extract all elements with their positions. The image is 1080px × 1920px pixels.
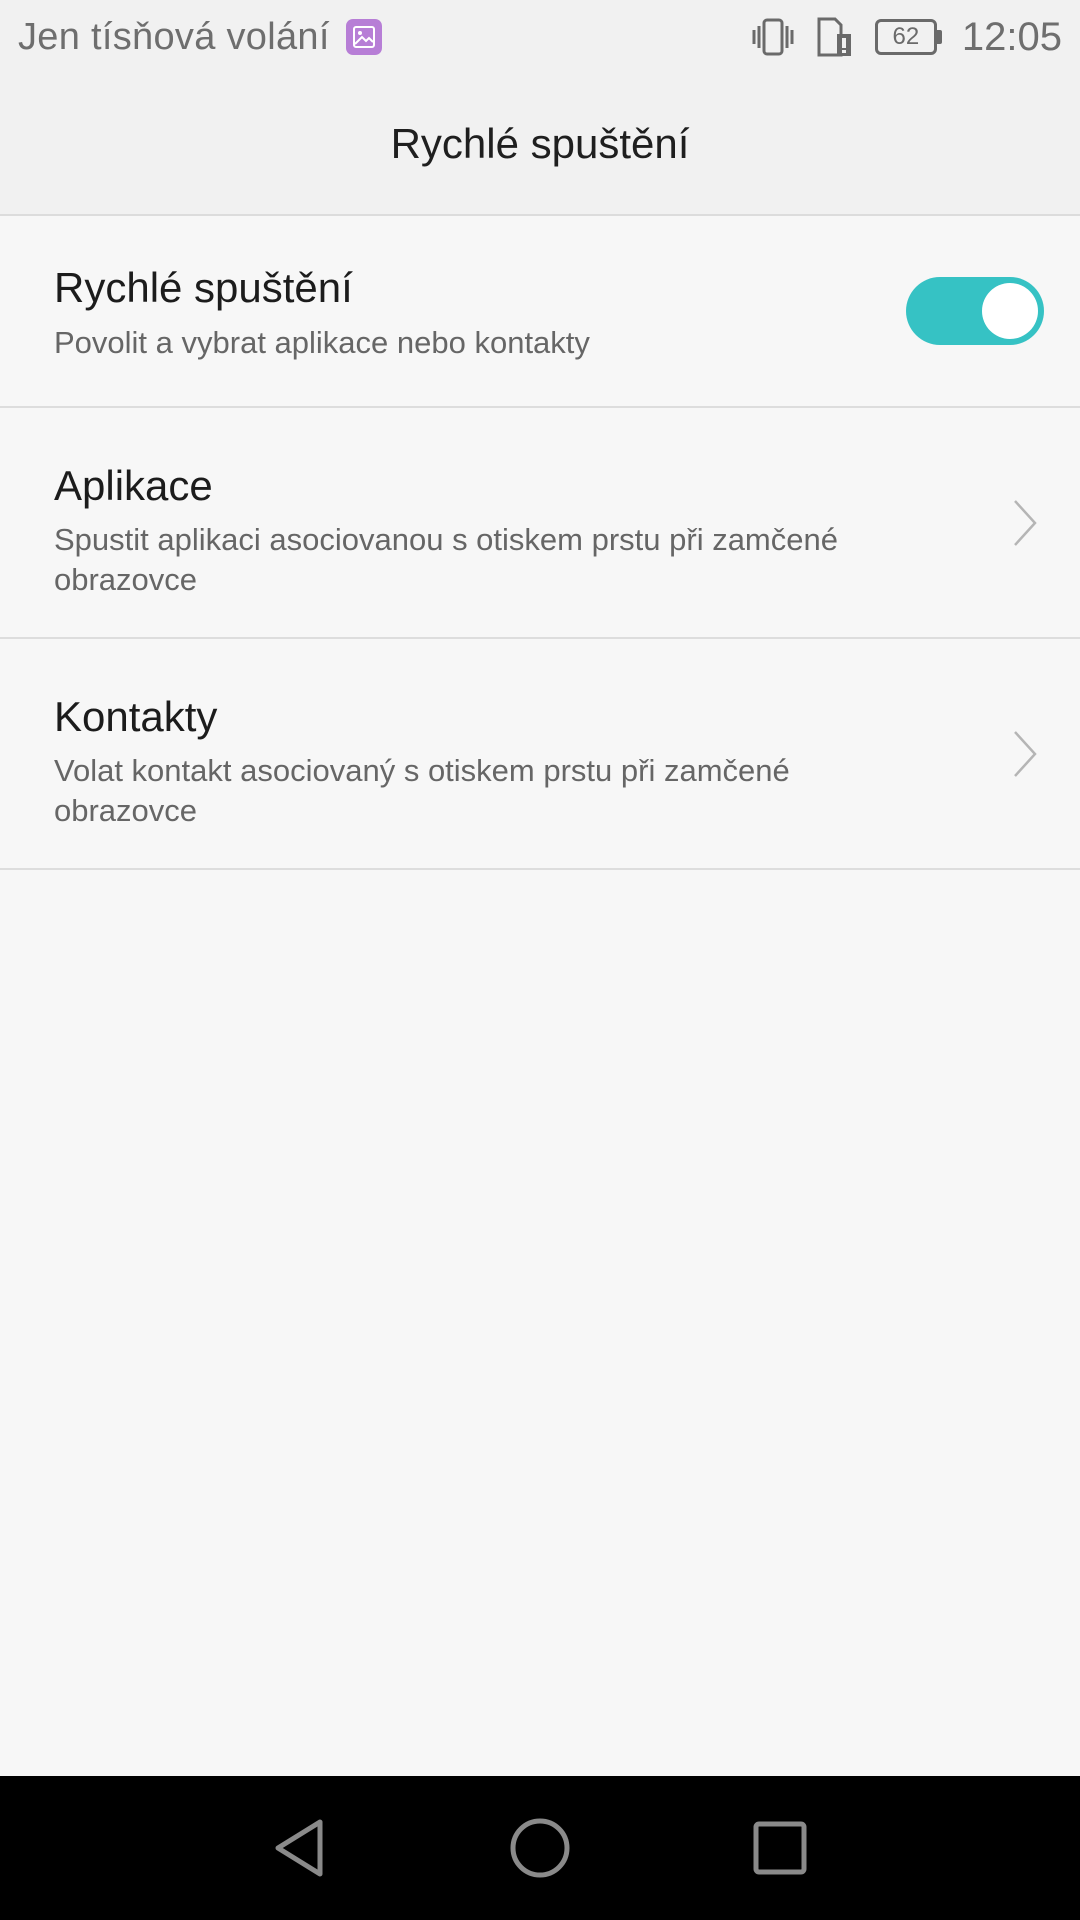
contacts-row[interactable]: Kontakty Volat kontakt asociovaný s otis… [0, 639, 1080, 870]
quick-launch-title: Rychlé spuštění [54, 264, 353, 311]
apps-title: Aplikace [54, 462, 213, 509]
quick-launch-row[interactable]: Rychlé spuštění Povolit a vybrat aplikac… [0, 216, 1080, 408]
carrier-text: Jen tísňová volání [18, 15, 330, 58]
clock: 12:05 [961, 14, 1062, 59]
vibrate-icon [751, 17, 795, 57]
sim-data-icon [815, 16, 855, 58]
status-bar: Jen tísňová volání 62 12:05 [0, 0, 1080, 74]
battery-tip [936, 30, 942, 44]
contacts-text: Kontakty Volat kontakt asociovaný s otis… [54, 691, 934, 831]
chevron-right-icon [1010, 728, 1040, 780]
apps-row[interactable]: Aplikace Spustit aplikaci asociovanou s … [0, 408, 1080, 639]
recents-icon[interactable] [730, 1798, 830, 1898]
contacts-title: Kontakty [54, 693, 218, 740]
quick-launch-toggle[interactable] [906, 277, 1044, 345]
screen: Jen tísňová volání 62 12:05 Rychlé spušt… [0, 0, 1080, 1920]
back-icon[interactable] [250, 1798, 350, 1898]
toggle-knob [982, 283, 1038, 339]
settings-list: Rychlé spuštění Povolit a vybrat aplikac… [0, 216, 1080, 870]
home-icon[interactable] [490, 1798, 590, 1898]
battery-icon: 62 [874, 19, 942, 55]
battery-level: 62 [874, 19, 937, 55]
status-left: Jen tísňová volání [18, 16, 382, 59]
gallery-icon [345, 19, 382, 55]
chevron-right-icon [1010, 497, 1040, 549]
status-right: 62 12:05 [751, 15, 1062, 60]
page-title: Rychlé spuštění [390, 120, 690, 167]
apps-subtitle: Spustit aplikaci asociovanou s otiskem p… [54, 522, 838, 597]
title-bar: Rychlé spuštění [0, 74, 1080, 216]
apps-text: Aplikace Spustit aplikaci asociovanou s … [54, 460, 934, 600]
contacts-subtitle: Volat kontakt asociovaný s otiskem prstu… [54, 753, 790, 828]
navigation-bar [0, 1776, 1080, 1920]
quick-launch-subtitle: Povolit a vybrat aplikace nebo kontakty [54, 325, 590, 360]
